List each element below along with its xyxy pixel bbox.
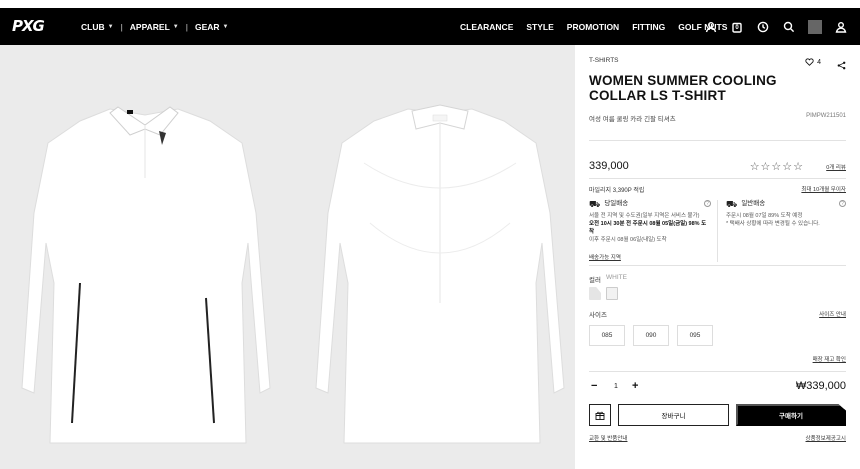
chevron-down-icon: ▼ [107, 23, 114, 30]
cart-icon[interactable]: 0 [730, 20, 744, 34]
truck-icon: ⛟ [726, 199, 738, 209]
quantity-decrease-button[interactable]: − [591, 380, 597, 392]
nav-left-menu: CLUB ▼ | APPAREL ▼ | GEAR ▼ [81, 8, 228, 45]
account-icon[interactable] [834, 20, 848, 34]
divider [589, 265, 846, 266]
search-icon[interactable] [782, 20, 796, 34]
product-price: 339,000 [589, 160, 629, 172]
main-navigation: PXG CLUB ▼ | APPAREL ▼ | GEAR ▼ CLEARANCE S… [0, 8, 860, 45]
nav-style[interactable]: STYLE [526, 22, 553, 32]
cart-count: 0 [735, 24, 739, 31]
normal-line2: * 택배사 상황에 따라 변경될 수 있습니다. [726, 221, 820, 227]
gift-icon [595, 411, 605, 420]
wishlist-button[interactable]: 4 [805, 58, 821, 66]
product-code: PIMPW211501 [806, 113, 846, 119]
truck-icon: ⛟ [589, 199, 601, 209]
help-icon[interactable]: ? [839, 200, 846, 207]
nav-apparel-label: APPAREL [129, 21, 170, 32]
nav-gear-label: GEAR [194, 21, 220, 32]
nav-icons: 0 [704, 8, 848, 45]
nav-divider [808, 19, 822, 34]
size-option[interactable]: 090 [633, 325, 669, 346]
same-day-line3: 이후 주문시 08월 06일(내일) 도착 [589, 237, 667, 243]
return-exchange-link[interactable]: 교환 및 반품안내 [589, 434, 627, 442]
color-swatch-white[interactable] [606, 287, 618, 300]
color-label: 컬러 [589, 277, 601, 284]
top-strip [0, 0, 860, 8]
nav-club-label: CLUB [81, 21, 105, 32]
help-icon[interactable]: ? [704, 200, 711, 207]
chevron-down-icon: ▼ [172, 23, 179, 30]
nav-promotion[interactable]: PROMOTION [567, 22, 619, 32]
same-day-title: 당일배송 [604, 200, 629, 207]
nav-separator: | [185, 21, 188, 32]
size-guide-link[interactable]: 사이즈 안내 [819, 310, 846, 318]
heart-icon [805, 58, 814, 66]
nav-right-menu: CLEARANCE STYLE PROMOTION FITTING GOLF N… [460, 8, 727, 45]
color-swatch-front[interactable] [589, 287, 601, 300]
add-to-cart-button[interactable]: 장바구니 [618, 404, 729, 426]
normal-title: 일반배송 [741, 200, 766, 207]
product-info-link[interactable]: 상품정보제공고시 [806, 434, 846, 442]
nav-club[interactable]: CLUB ▼ [81, 22, 114, 32]
color-value: WHITE [606, 274, 627, 281]
divider [589, 140, 846, 141]
review-link[interactable]: 0개 리뷰 [826, 163, 846, 171]
same-day-line1: 서울 전 지역 및 수도권(일부 지역은 서비스 불가) [589, 213, 700, 219]
normal-line1: 주문시 08월 07일 89% 도착 예정 [726, 213, 803, 219]
same-day-delivery-header: ⛟ 당일배송 [589, 199, 711, 209]
product-image-back[interactable] [308, 103, 574, 448]
quantity-value[interactable]: 1 [614, 383, 618, 390]
nav-clearance[interactable]: CLEARANCE [460, 22, 513, 32]
product-gallery [0, 45, 575, 469]
user-icon[interactable] [704, 20, 718, 34]
wishlist-count: 4 [817, 58, 821, 66]
product-image-front[interactable] [10, 103, 276, 448]
mileage-text: 마일리지 3,390P 적립 [589, 188, 645, 194]
total-price: ₩339,000 [795, 380, 846, 392]
product-subtitle: 여성 여름 쿨링 카라 긴팔 티셔츠 [589, 116, 676, 123]
quantity-increase-button[interactable]: + [632, 380, 638, 392]
delivery-divider [717, 200, 718, 262]
recent-icon[interactable] [756, 20, 770, 34]
normal-delivery: ⛟ 일반배송 ? 주문시 08월 07일 89% 도착 예정 * 택배사 상황에 … [726, 200, 846, 262]
stock-check-link[interactable]: 매장 재고 확인 [813, 355, 846, 363]
buy-now-button[interactable]: 구매하기 [736, 404, 846, 426]
divider [589, 371, 846, 372]
nav-separator: | [120, 21, 123, 32]
normal-delivery-header: ⛟ 일반배송 [726, 199, 846, 209]
chevron-down-icon: ▼ [222, 23, 229, 30]
nav-fitting[interactable]: FITTING [632, 22, 665, 32]
delivery-area-link[interactable]: 배송가능 지역 [589, 253, 621, 261]
product-category[interactable]: T-SHIRTS [589, 57, 619, 64]
nav-apparel[interactable]: APPAREL ▼ [130, 22, 179, 32]
divider [589, 178, 846, 179]
share-icon[interactable] [837, 57, 846, 75]
rating-stars: ☆☆☆☆☆ [749, 161, 804, 173]
size-option[interactable]: 085 [589, 325, 625, 346]
brand-logo[interactable]: PXG [12, 17, 45, 35]
product-detail-panel: T-SHIRTS 4 WOMEN SUMMER COOLING COLLAR L… [575, 45, 860, 469]
product-title: WOMEN SUMMER COOLING COLLAR LS T-SHIRT [589, 73, 777, 103]
gift-button[interactable] [589, 404, 611, 426]
nav-gear[interactable]: GEAR ▼ [195, 22, 229, 32]
size-label: 사이즈 [589, 312, 607, 319]
size-option[interactable]: 095 [677, 325, 713, 346]
installment-link[interactable]: 최대 10개월 무이자 [801, 185, 846, 193]
same-day-line2: 오전 10시 30분 전 주문시 08월 05일(금일) 98% 도착 [589, 221, 707, 235]
